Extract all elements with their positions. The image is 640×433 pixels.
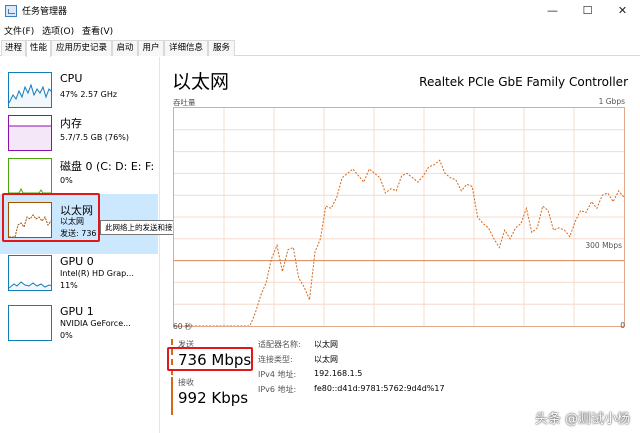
disk-title: 磁盘 0 (C: D: E: F: bbox=[60, 160, 155, 173]
memory-thumbnail bbox=[8, 115, 52, 151]
max-throughput-label: 1 Gbps bbox=[598, 97, 625, 106]
gpu1-title: GPU 1 bbox=[60, 305, 94, 318]
minimize-button[interactable]: — bbox=[535, 0, 570, 22]
info-key-ipv4: IPv4 地址: bbox=[258, 370, 297, 379]
performance-sidebar: CPU 47% 2.57 GHz 内存 5.7/7.5 GB (76%) 磁盘 … bbox=[0, 57, 160, 433]
tab-services[interactable]: 服务 bbox=[208, 40, 235, 56]
tab-app-history[interactable]: 应用历史记录 bbox=[51, 40, 112, 56]
receive-value: 992 Kbps bbox=[178, 389, 249, 407]
cpu-title: CPU bbox=[60, 72, 83, 85]
page-title: 以太网 bbox=[172, 71, 230, 93]
cpu-sparkline bbox=[9, 83, 51, 107]
time-span-label: 60 秒 bbox=[173, 322, 193, 331]
main-panel: 以太网 Realtek PCIe GbE Family Controller 吞… bbox=[160, 57, 640, 433]
task-manager-icon bbox=[5, 5, 17, 17]
ethernet-highlight-annotation bbox=[2, 193, 100, 242]
tab-details[interactable]: 详细信息 bbox=[164, 40, 208, 56]
maximize-button[interactable]: ☐ bbox=[570, 0, 605, 22]
gpu1-usage: 0% bbox=[60, 331, 73, 340]
cpu-thumbnail bbox=[8, 72, 52, 108]
memory-sparkline bbox=[9, 125, 51, 150]
gpu0-sparkline bbox=[9, 281, 51, 290]
cpu-usage: 47% 2.57 GHz bbox=[60, 90, 118, 99]
memory-usage: 5.7/7.5 GB (76%) bbox=[60, 133, 129, 142]
throughput-chart-svg bbox=[174, 108, 625, 327]
info-key-connection-type: 连接类型: bbox=[258, 355, 293, 364]
adapter-name: Realtek PCIe GbE Family Controller bbox=[419, 75, 628, 89]
close-button[interactable]: ✕ bbox=[605, 0, 640, 22]
zero-label: 0 bbox=[620, 321, 625, 330]
memory-title: 内存 bbox=[60, 117, 82, 130]
receive-label: 接收 bbox=[178, 378, 194, 387]
info-key-ipv6: IPv6 地址: bbox=[258, 385, 297, 394]
disk-usage: 0% bbox=[60, 176, 73, 185]
info-value-ipv6: fe80::d41d:9781:5762:9d4d%17 bbox=[314, 384, 445, 393]
series-line-send bbox=[174, 159, 625, 327]
tab-performance[interactable]: 性能 bbox=[26, 40, 51, 57]
gpu0-thumbnail bbox=[8, 255, 52, 291]
gpu0-model: Intel(R) HD Grap... bbox=[60, 269, 134, 278]
tab-processes[interactable]: 进程 bbox=[1, 40, 26, 56]
info-value-ipv4: 192.168.1.5 bbox=[314, 369, 363, 378]
gpu1-model: NVIDIA GeForce... bbox=[60, 319, 131, 328]
menu-file[interactable]: 文件(F) bbox=[4, 24, 34, 37]
disk-thumbnail bbox=[8, 158, 52, 194]
tab-bar: 进程 性能 应用历史记录 启动 用户 详细信息 服务 bbox=[0, 38, 640, 57]
menu-bar: 文件(F) 选项(O) 查看(V) bbox=[0, 22, 640, 38]
gpu1-thumbnail bbox=[8, 305, 52, 341]
info-key-adapter-name: 适配器名称: bbox=[258, 340, 301, 349]
tab-startup[interactable]: 启动 bbox=[112, 40, 138, 56]
menu-view[interactable]: 查看(V) bbox=[82, 24, 113, 37]
info-value-adapter-name: 以太网 bbox=[314, 340, 338, 349]
disk-sparkline bbox=[9, 187, 51, 193]
window-title: 任务管理器 bbox=[22, 7, 68, 17]
throughput-chart bbox=[173, 107, 625, 327]
receive-legend-line bbox=[171, 377, 173, 415]
title-bar: 任务管理器 — ☐ ✕ bbox=[0, 0, 640, 22]
info-value-connection-type: 以太网 bbox=[314, 355, 338, 364]
reference-line-label: 300 Mbps bbox=[584, 241, 623, 250]
send-highlight-annotation bbox=[167, 347, 253, 371]
gpu0-title: GPU 0 bbox=[60, 255, 94, 268]
gpu0-usage: 11% bbox=[60, 281, 78, 290]
sidebar-item-gpu1[interactable]: GPU 1 NVIDIA GeForce... 0% bbox=[0, 297, 158, 357]
menu-options[interactable]: 选项(O) bbox=[42, 24, 74, 37]
tab-users[interactable]: 用户 bbox=[138, 40, 164, 56]
watermark: 头条 @测试小杨 bbox=[534, 412, 630, 427]
